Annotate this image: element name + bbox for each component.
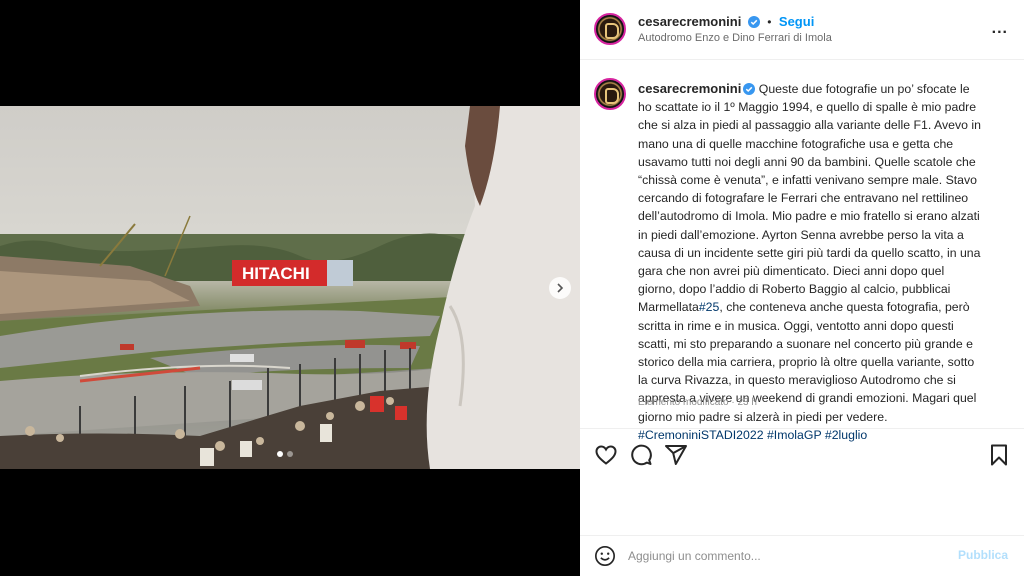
caption-body: Queste due fotografie un po’ sfocate le … bbox=[638, 82, 981, 315]
avatar[interactable] bbox=[594, 13, 626, 45]
post-actions bbox=[580, 437, 1024, 471]
caption-text: cesarecremonini Queste due fotografie un… bbox=[638, 80, 982, 444]
comment-icon[interactable] bbox=[629, 443, 653, 467]
publish-button[interactable]: Pubblica bbox=[958, 548, 1008, 562]
more-options-button[interactable]: ... bbox=[992, 20, 1008, 38]
share-send-icon[interactable] bbox=[664, 443, 688, 467]
post-photo: HITACHI bbox=[0, 106, 580, 469]
username-link[interactable]: cesarecremonini bbox=[638, 14, 741, 29]
caption-username[interactable]: cesarecremonini bbox=[638, 81, 741, 96]
race-track-photo: HITACHI bbox=[0, 106, 580, 469]
comment-input[interactable] bbox=[628, 546, 928, 566]
carousel-dot bbox=[287, 451, 293, 457]
carousel-indicator bbox=[277, 451, 293, 457]
verified-badge-icon bbox=[743, 83, 756, 95]
avatar[interactable] bbox=[594, 78, 626, 110]
next-photo-button[interactable] bbox=[549, 277, 571, 299]
media-viewer: HITACHI bbox=[0, 0, 580, 576]
emoji-icon[interactable] bbox=[594, 545, 616, 567]
verified-badge-icon bbox=[747, 16, 760, 28]
follow-button[interactable]: Segui bbox=[779, 14, 814, 29]
hashtag-link[interactable]: #25 bbox=[699, 300, 720, 314]
location-link[interactable]: Autodromo Enzo e Dino Ferrari di Imola bbox=[638, 32, 832, 44]
billboard-text: HITACHI bbox=[242, 264, 310, 283]
header-user-line: cesarecremonini • Segui bbox=[638, 13, 814, 31]
post-header: cesarecremonini • Segui Autodromo Enzo e… bbox=[580, 0, 1024, 60]
like-heart-icon[interactable] bbox=[594, 443, 618, 467]
caption-area: cesarecremonini Queste due fotografie un… bbox=[580, 61, 1024, 442]
post-side-panel: cesarecremonini • Segui Autodromo Enzo e… bbox=[580, 0, 1024, 576]
comment-bar: Pubblica bbox=[580, 535, 1024, 576]
chevron-right-icon bbox=[557, 283, 564, 293]
edited-timestamp: Elemento modificato · 23 h bbox=[638, 397, 757, 408]
carousel-dot bbox=[277, 451, 283, 457]
separator-dot: • bbox=[767, 15, 772, 29]
save-bookmark-icon[interactable] bbox=[987, 443, 1011, 467]
